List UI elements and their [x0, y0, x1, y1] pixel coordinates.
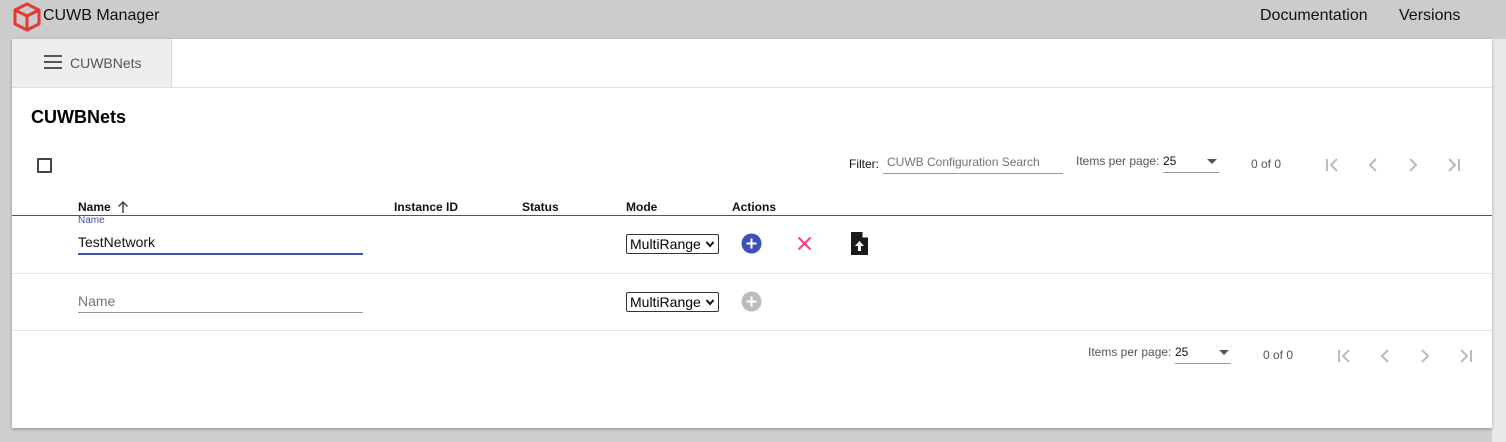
arrow-up-icon — [117, 200, 129, 213]
edit-row-name-input[interactable] — [78, 231, 363, 255]
first-page-icon — [1326, 158, 1338, 172]
bottom-next-page-button[interactable] — [1415, 346, 1435, 366]
close-icon — [797, 236, 812, 251]
dropdown-caret-icon — [1207, 159, 1217, 164]
header-divider — [12, 215, 1492, 216]
next-page-button[interactable] — [1403, 155, 1423, 175]
column-header-mode[interactable]: Mode — [626, 200, 657, 214]
chevron-down-icon — [705, 241, 715, 248]
select-all-checkbox[interactable] — [37, 158, 52, 173]
tab-bar: CUWBNets — [12, 39, 1492, 88]
chevron-left-icon — [1368, 158, 1377, 172]
chevron-left-icon — [1380, 349, 1389, 363]
name-float-label: Name — [78, 215, 105, 226]
bottom-range-label: 0 of 0 — [1263, 348, 1294, 362]
chevron-right-icon — [1409, 158, 1418, 172]
last-page-icon — [1460, 349, 1472, 363]
hamburger-menu-icon — [44, 55, 62, 69]
filter-input[interactable] — [883, 151, 1063, 174]
column-header-status[interactable]: Status — [522, 200, 559, 214]
column-header-instance-id[interactable]: Instance ID — [394, 200, 458, 214]
add-circle-icon — [741, 233, 762, 254]
nav-documentation-link[interactable]: Documentation — [1260, 7, 1368, 25]
previous-page-button[interactable] — [1363, 155, 1383, 175]
add-button-disabled[interactable] — [741, 291, 762, 312]
scroll-gutter — [1492, 39, 1506, 442]
main-panel: CUWBNets CUWBNets Filter: Items per page… — [12, 39, 1492, 428]
first-page-button[interactable] — [1323, 155, 1343, 175]
items-per-page-select[interactable]: 25 — [1163, 153, 1219, 173]
cube-logo-icon — [13, 2, 41, 32]
bottom-previous-page-button[interactable] — [1375, 346, 1395, 366]
filter-label: Filter: — [849, 157, 879, 171]
dropdown-caret-icon — [1219, 350, 1229, 355]
add-button[interactable] — [741, 233, 762, 254]
last-page-button[interactable] — [1443, 155, 1463, 175]
file-upload-icon — [851, 232, 868, 255]
edit-row-mode-select[interactable]: MultiRange — [626, 234, 719, 254]
bottom-first-page-button[interactable] — [1335, 346, 1355, 366]
bottom-items-per-page-label: Items per page: — [1088, 345, 1172, 359]
tab-label: CUWBNets — [70, 55, 142, 71]
page-title: CUWBNets — [31, 107, 127, 127]
upload-file-button[interactable] — [850, 231, 869, 256]
last-page-icon — [1448, 158, 1460, 172]
add-circle-icon — [741, 291, 762, 312]
column-header-actions: Actions — [732, 200, 777, 214]
top-bar: CUWB Manager Documentation Versions — [0, 0, 1506, 39]
mode-select-value: MultiRange — [630, 294, 701, 310]
chevron-right-icon — [1421, 349, 1430, 363]
app-title: CUWB Manager — [43, 7, 160, 24]
chevron-down-icon — [705, 299, 715, 306]
first-page-icon — [1338, 349, 1350, 363]
range-label: 0 of 0 — [1251, 157, 1282, 171]
items-per-page-value: 25 — [1175, 345, 1189, 359]
bottom-last-page-button[interactable] — [1455, 346, 1475, 366]
items-per-page-label: Items per page: — [1076, 154, 1160, 168]
bottom-items-per-page-select[interactable]: 25 — [1175, 344, 1231, 364]
row-divider — [12, 330, 1492, 331]
items-per-page-value: 25 — [1163, 154, 1177, 168]
nav-versions-link[interactable]: Versions — [1399, 7, 1460, 25]
cancel-button[interactable] — [797, 236, 812, 251]
new-row-mode-select[interactable]: MultiRange — [626, 292, 719, 312]
column-header-name[interactable]: Name — [78, 200, 111, 214]
row-divider — [12, 273, 1492, 274]
new-row-name-input[interactable] — [78, 289, 363, 313]
mode-select-value: MultiRange — [630, 236, 701, 252]
sidebar-toggle-tab[interactable]: CUWBNets — [12, 39, 172, 87]
